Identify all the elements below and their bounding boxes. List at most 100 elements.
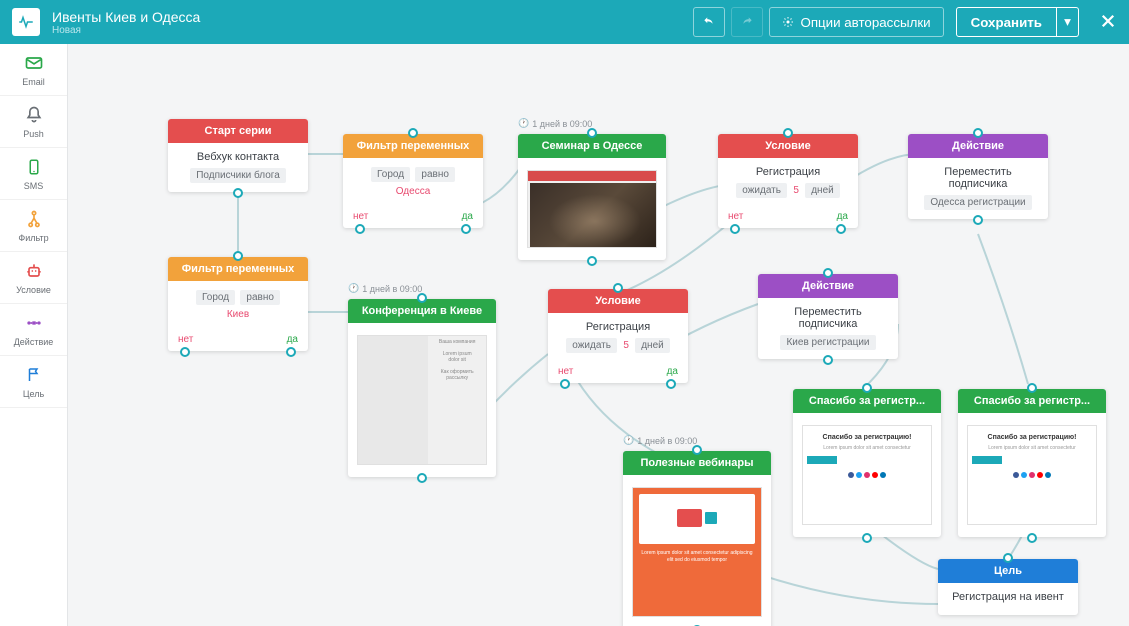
port-in[interactable] [692, 445, 702, 455]
node-head: Старт серии [168, 119, 308, 143]
port-no[interactable] [730, 224, 740, 234]
node-action-odessa[interactable]: Действие Переместить подписчика Одесса р… [908, 134, 1048, 219]
node-condition-2[interactable]: Условие Регистрация ожидать 5 дней нет д… [548, 289, 688, 383]
bell-icon [23, 104, 45, 126]
flag-icon [23, 364, 45, 386]
port-out[interactable] [417, 473, 427, 483]
port-out[interactable] [973, 215, 983, 225]
app-logo [12, 8, 40, 36]
branch-no: нет [353, 211, 368, 222]
port-in[interactable] [1003, 553, 1013, 563]
port-no[interactable] [355, 224, 365, 234]
node-filter-kiev[interactable]: Фильтр переменных Город равно Киев нет д… [168, 257, 308, 351]
port-yes[interactable] [286, 347, 296, 357]
goal-line: Регистрация на ивент [944, 591, 1072, 603]
sidebar-label: Цель [23, 389, 44, 399]
undo-button[interactable] [693, 7, 725, 37]
sidebar-item-action[interactable]: Действие [0, 304, 67, 356]
port-in[interactable] [233, 251, 243, 261]
email-preview: Ваша компанияLorem ipsumdolor sitКак офо… [357, 335, 487, 465]
port-out[interactable] [587, 256, 597, 266]
port-in[interactable] [1027, 383, 1037, 393]
filter-field: Город [196, 290, 235, 305]
node-action-kiev[interactable]: Действие Переместить подписчика Киев рег… [758, 274, 898, 359]
timer-label: 🕐 1 дней в 09:00 [518, 118, 592, 129]
port-yes[interactable] [461, 224, 471, 234]
email-preview: Lorem ipsum dolor sit amet consectetur a… [632, 487, 762, 617]
save-button[interactable]: Сохранить [956, 7, 1057, 37]
port-in[interactable] [408, 128, 418, 138]
timer-label: 🕐 1 дней в 09:00 [348, 283, 422, 294]
port-in[interactable] [823, 268, 833, 278]
node-email-webinars[interactable]: 🕐 1 дней в 09:00 Полезные вебинары Lorem… [623, 451, 771, 626]
tool-sidebar: Email Push SMS Фильтр Условие Действие [0, 44, 68, 626]
action-tag: Киев регистрации [780, 335, 875, 350]
phone-icon [23, 156, 45, 178]
port-in[interactable] [587, 128, 597, 138]
cond-wait: ожидать [736, 183, 787, 198]
node-email-thanks-1[interactable]: Спасибо за регистр... Спасибо за регистр… [793, 389, 941, 537]
port-no[interactable] [560, 379, 570, 389]
sidebar-label: Push [23, 129, 44, 139]
node-condition-1[interactable]: Условие Регистрация ожидать 5 дней нет д… [718, 134, 858, 228]
cond-days: дней [805, 183, 840, 198]
filter-icon [23, 208, 45, 230]
port-out[interactable] [233, 188, 243, 198]
port-no[interactable] [180, 347, 190, 357]
port-in[interactable] [613, 283, 623, 293]
node-email-seminar[interactable]: 🕐 1 дней в 09:00 Семинар в Одессе [518, 134, 666, 260]
node-tag: Подписчики блога [190, 168, 286, 183]
filter-op: равно [240, 290, 280, 305]
flow-status: Новая [52, 25, 693, 36]
sidebar-item-condition[interactable]: Условие [0, 252, 67, 304]
filter-field: Город [371, 167, 410, 182]
cond-num: 5 [793, 185, 799, 196]
sidebar-label: SMS [24, 181, 44, 191]
action-tag: Одесса регистрации [924, 195, 1031, 210]
sidebar-item-email[interactable]: Email [0, 44, 67, 96]
port-yes[interactable] [836, 224, 846, 234]
port-in[interactable] [973, 128, 983, 138]
port-yes[interactable] [666, 379, 676, 389]
port-out[interactable] [823, 355, 833, 365]
node-filter-odessa[interactable]: Фильтр переменных Город равно Одесса нет… [343, 134, 483, 228]
cond-wait: ожидать [566, 338, 617, 353]
close-button[interactable] [1099, 12, 1117, 33]
node-email-conference[interactable]: 🕐 1 дней в 09:00 Конференция в Киеве Ваш… [348, 299, 496, 477]
clock-icon: 🕐 [518, 118, 529, 129]
branch-yes: да [462, 211, 473, 222]
sidebar-item-filter[interactable]: Фильтр [0, 200, 67, 252]
email-preview [527, 170, 657, 248]
clock-icon: 🕐 [623, 435, 634, 446]
cond-num: 5 [623, 340, 629, 351]
port-out[interactable] [862, 533, 872, 543]
branch-yes: да [837, 211, 848, 222]
robot-icon [23, 260, 45, 282]
node-email-thanks-2[interactable]: Спасибо за регистр... Спасибо за регистр… [958, 389, 1106, 537]
sidebar-label: Действие [14, 337, 54, 347]
flow-canvas[interactable]: Старт серии Вебхук контакта Подписчики б… [68, 44, 1129, 626]
save-dropdown-button[interactable]: ▾ [1057, 7, 1079, 37]
sidebar-item-push[interactable]: Push [0, 96, 67, 148]
sidebar-label: Условие [16, 285, 51, 295]
port-in[interactable] [862, 383, 872, 393]
cond-line: Регистрация [554, 321, 682, 333]
node-start[interactable]: Старт серии Вебхук контакта Подписчики б… [168, 119, 308, 192]
node-line: Вебхук контакта [174, 151, 302, 163]
filter-value: Одесса [396, 186, 431, 197]
port-in[interactable] [783, 128, 793, 138]
action-line: Переместить подписчика [764, 306, 892, 330]
port-in[interactable] [417, 293, 427, 303]
autosend-options-button[interactable]: Опции авторассылки [769, 7, 943, 37]
filter-op: равно [415, 167, 455, 182]
sidebar-label: Фильтр [18, 233, 48, 243]
port-out[interactable] [1027, 533, 1037, 543]
sidebar-item-goal[interactable]: Цель [0, 356, 67, 408]
sidebar-item-sms[interactable]: SMS [0, 148, 67, 200]
email-preview: Спасибо за регистрацию! Lorem ipsum dolo… [802, 425, 932, 525]
node-goal[interactable]: Цель Регистрация на ивент [938, 559, 1078, 615]
redo-button[interactable] [731, 7, 763, 37]
branch-no: нет [728, 211, 743, 222]
branch-yes: да [667, 366, 678, 377]
autosend-label: Опции авторассылки [800, 15, 930, 30]
